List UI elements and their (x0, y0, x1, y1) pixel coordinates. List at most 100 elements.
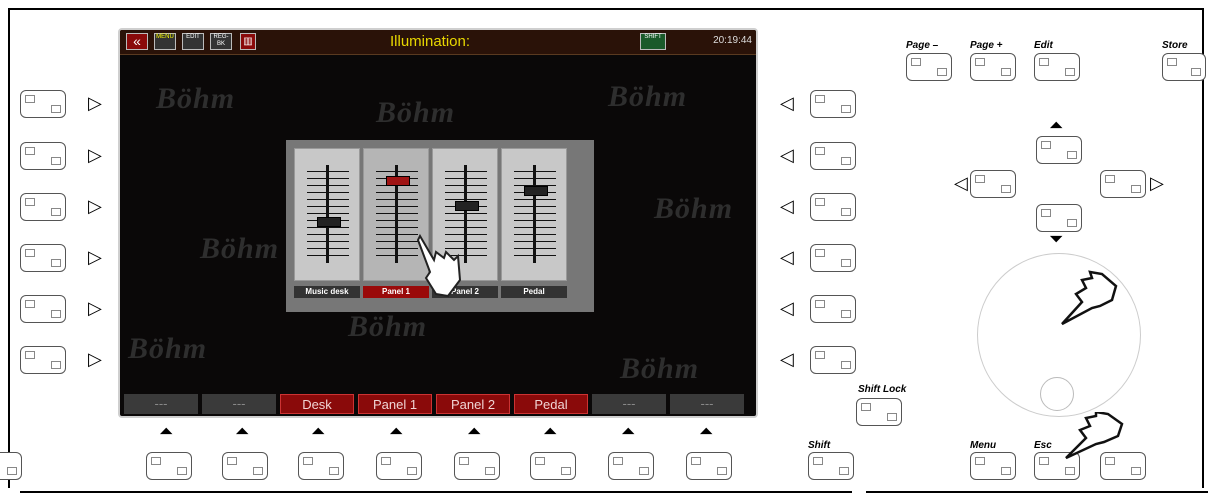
watermark-logo: Böhm (156, 82, 236, 115)
left-button-5[interactable] (20, 295, 66, 323)
arrow-up-icon: ⏶ (621, 421, 636, 441)
fader-tick (376, 213, 418, 214)
bottom-button-1[interactable] (146, 452, 192, 480)
fader-knob[interactable] (317, 216, 341, 227)
store-button[interactable] (1162, 53, 1206, 81)
cursor-left-button[interactable] (970, 170, 1016, 198)
fader-tick (514, 178, 556, 179)
fader-tick (445, 213, 487, 214)
fader-tick (376, 220, 418, 221)
fader-tick (376, 255, 418, 256)
right-button-4[interactable] (810, 244, 856, 272)
shift-button[interactable] (808, 452, 854, 480)
softkey-panel-2[interactable]: Panel 2 (436, 394, 510, 414)
fader-tick (514, 241, 556, 242)
arrow-up-icon: ⏶ (235, 421, 250, 441)
delete-icon[interactable]: ▥ (240, 33, 256, 50)
arrow-up-icon: ⏶ (1049, 115, 1064, 135)
registration-icon[interactable]: REG-BK (210, 33, 232, 50)
page-plus-button[interactable] (970, 53, 1016, 81)
menu-label: Menu (970, 440, 997, 451)
softkey-1[interactable]: --- (124, 394, 198, 414)
arrow-left-icon: ◁ (780, 298, 794, 318)
softkey-desk[interactable]: Desk (280, 394, 354, 414)
fader-knob[interactable] (524, 185, 548, 196)
fader-tick (514, 199, 556, 200)
bottom-button-edge[interactable] (0, 452, 22, 480)
fader-tick (514, 206, 556, 207)
arrow-right-icon: ▷ (88, 196, 102, 216)
fader-label: Music desk (294, 286, 360, 298)
right-button-5[interactable] (810, 295, 856, 323)
bottom-rule-left (20, 491, 852, 493)
softkey-2[interactable]: --- (202, 394, 276, 414)
back-icon[interactable]: « (126, 33, 148, 50)
fader-tick (514, 220, 556, 221)
fader-tick (307, 213, 349, 214)
illumination-panel: Music desk Panel 1 Panel 2 Pedal (286, 140, 594, 312)
fader-knob[interactable] (386, 176, 410, 187)
fader-tick (307, 227, 349, 228)
fader-label: Pedal (501, 286, 567, 298)
display-screen: « MENU EDIT REG-BK ▥ Illumination: SHIFT… (118, 28, 758, 418)
fader-tick (514, 227, 556, 228)
fader-tick (514, 171, 556, 172)
menu-icon[interactable]: MENU (154, 33, 176, 50)
cursor-down-button[interactable] (1036, 204, 1082, 232)
arrow-left-icon: ◁ (780, 196, 794, 216)
softkey-pedal[interactable]: Pedal (514, 394, 588, 414)
left-button-1[interactable] (20, 90, 66, 118)
cursor-up-button[interactable] (1036, 136, 1082, 164)
hand-pointer-icon (1065, 412, 1124, 460)
bottom-rule-right (866, 491, 1208, 493)
right-button-6[interactable] (810, 346, 856, 374)
fader-tick (445, 171, 487, 172)
fader-tick (376, 171, 418, 172)
right-button-3[interactable] (810, 193, 856, 221)
fader-tick (514, 234, 556, 235)
fader-tick (514, 248, 556, 249)
left-button-2[interactable] (20, 142, 66, 170)
edit-button[interactable] (1034, 53, 1080, 81)
fader-music-desk[interactable] (294, 148, 360, 281)
bottom-button-7[interactable] (608, 452, 654, 480)
left-button-6[interactable] (20, 346, 66, 374)
fader-tick (376, 192, 418, 193)
menu-button[interactable] (970, 452, 1016, 480)
page-plus-label: Page + (970, 40, 1003, 51)
fader-knob[interactable] (455, 200, 479, 211)
fader-pedal[interactable] (501, 148, 567, 281)
shift-icon[interactable]: SHIFT (640, 33, 666, 50)
fader-tick (307, 206, 349, 207)
page-minus-button[interactable] (906, 53, 952, 81)
bottom-button-6[interactable] (530, 452, 576, 480)
shift-lock-button[interactable] (856, 398, 902, 426)
softkey-8[interactable]: --- (670, 394, 744, 414)
bottom-button-4[interactable] (376, 452, 422, 480)
bottom-button-2[interactable] (222, 452, 268, 480)
watermark-logo: Böhm (620, 352, 700, 385)
watermark-logo: Böhm (128, 332, 208, 365)
wheel-knob[interactable] (1040, 377, 1074, 411)
cursor-right-button[interactable] (1100, 170, 1146, 198)
right-button-1[interactable] (810, 90, 856, 118)
bottom-button-8[interactable] (686, 452, 732, 480)
edit-icon[interactable]: EDIT (182, 33, 204, 50)
left-button-4[interactable] (20, 244, 66, 272)
softkey-panel-1[interactable]: Panel 1 (358, 394, 432, 414)
left-button-3[interactable] (20, 193, 66, 221)
fader-tick (445, 185, 487, 186)
bottom-button-3[interactable] (298, 452, 344, 480)
arrow-left-icon: ◁ (954, 173, 968, 193)
softkey-7[interactable]: --- (592, 394, 666, 414)
watermark-logo: Böhm (376, 96, 456, 129)
arrow-down-icon: ⏷ (1049, 229, 1064, 249)
fader-tick (514, 255, 556, 256)
fader-tick (307, 248, 349, 249)
fader-tick (307, 199, 349, 200)
watermark-logo: Böhm (654, 192, 734, 225)
bottom-button-5[interactable] (454, 452, 500, 480)
right-button-2[interactable] (810, 142, 856, 170)
arrow-right-icon: ▷ (1150, 173, 1164, 193)
arrow-left-icon: ◁ (780, 93, 794, 113)
